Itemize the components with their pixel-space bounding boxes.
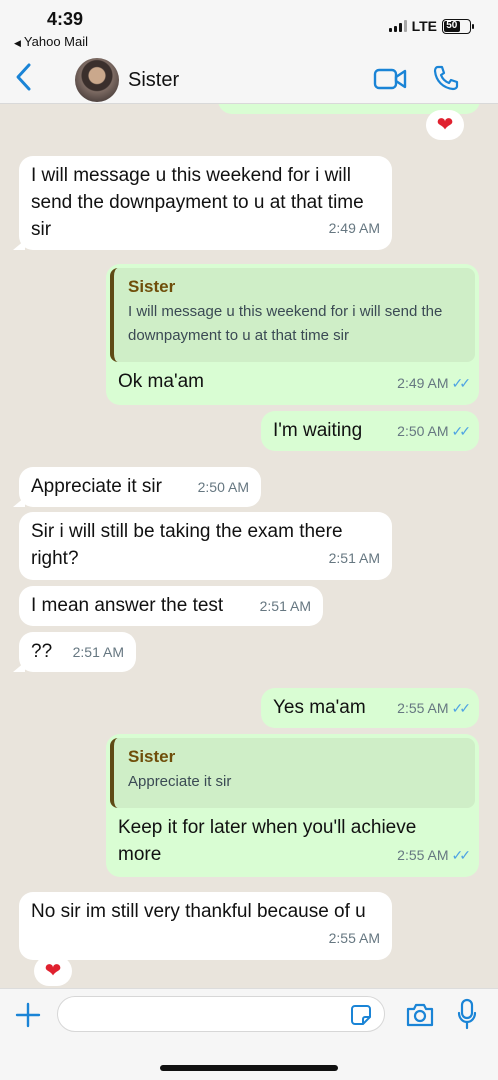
message-bubble-outgoing[interactable]: I'm waiting 2:50 AM ✓✓	[261, 411, 479, 451]
message-time: 2:55 AM	[328, 930, 380, 946]
message-time-status: 2:55 AM ✓✓	[397, 842, 472, 869]
heart-reaction-icon: ❤	[436, 114, 454, 136]
message-list[interactable]: ❤ I will message u this weekend for i wi…	[0, 104, 498, 988]
message-time: 2:49 AM	[328, 220, 380, 236]
message-time: 2:55 AM	[397, 700, 449, 716]
contact-name[interactable]: Sister	[128, 69, 179, 92]
message-time: 2:51 AM	[259, 598, 311, 614]
quoted-sender: Sister	[128, 277, 176, 296]
quoted-text: Appreciate it sir	[128, 773, 232, 790]
status-indicators: LTE 50	[388, 18, 474, 34]
avatar[interactable]	[75, 58, 119, 102]
message-bubble-incoming[interactable]: No sir im still very thankful because of…	[19, 892, 392, 960]
message-time-status: 2:50 AM ✓✓	[397, 418, 472, 445]
message-bubble-incoming[interactable]: I mean answer the test 2:51 AM	[19, 586, 323, 626]
reaction-badge[interactable]: ❤	[426, 110, 464, 140]
message-text: I will message u this weekend for i will…	[31, 165, 364, 240]
quoted-sender: Sister	[128, 747, 176, 766]
message-text: No sir im still very thankful because of…	[31, 901, 366, 922]
network-label: LTE	[411, 18, 437, 34]
back-triangle-icon: ◀	[14, 38, 21, 48]
message-time-status: 2:55 AM ✓✓	[397, 695, 472, 722]
message-text: Appreciate it sir	[31, 476, 162, 497]
message-bubble-incoming[interactable]: I will message u this weekend for i will…	[13, 156, 392, 250]
composer-bar	[0, 988, 498, 1080]
message-time: 2:51 AM	[72, 644, 124, 660]
read-receipt-icon: ✓✓	[451, 847, 472, 863]
plus-icon[interactable]	[14, 1001, 42, 1029]
message-bubble-outgoing[interactable]: Yes ma'am 2:55 AM ✓✓	[261, 688, 479, 728]
sticker-icon[interactable]	[350, 1004, 372, 1026]
back-app-label: Yahoo Mail	[23, 34, 88, 49]
message-bubble-incoming[interactable]: ?? 2:51 AM	[13, 632, 136, 672]
quoted-message[interactable]: Sister Appreciate it sir	[110, 738, 475, 808]
message-text: ??	[31, 641, 53, 662]
quoted-message[interactable]: Sister I will message u this weekend for…	[110, 268, 475, 362]
message-text: I mean answer the test	[31, 595, 224, 616]
battery-level: 50	[444, 20, 460, 32]
message-text: I'm waiting	[273, 420, 363, 441]
message-text: Ok ma'am	[118, 371, 204, 392]
phone-icon[interactable]	[432, 64, 460, 92]
message-bubble-incoming[interactable]: Sir i will still be taking the exam ther…	[19, 512, 392, 580]
message-text: Yes ma'am	[273, 697, 366, 718]
read-receipt-icon: ✓✓	[451, 423, 472, 439]
camera-icon[interactable]	[405, 1002, 435, 1028]
heart-reaction-icon: ❤	[44, 960, 62, 982]
message-time: 2:51 AM	[328, 550, 380, 566]
reaction-badge[interactable]: ❤	[34, 956, 72, 986]
message-input[interactable]	[57, 996, 385, 1032]
message-bubble-outgoing[interactable]: Sister I will message u this weekend for…	[106, 264, 479, 405]
chat-header: 4:39 ◀ Yahoo Mail LTE 50 Sister	[0, 0, 498, 104]
message-time: 2:55 AM	[397, 847, 449, 863]
read-receipt-icon: ✓✓	[451, 700, 472, 716]
chevron-left-icon[interactable]	[12, 62, 36, 92]
battery-icon: 50	[442, 18, 474, 34]
home-indicator	[160, 1065, 338, 1071]
quoted-text: I will message u this weekend for i will…	[128, 303, 443, 344]
status-time: 4:39	[47, 9, 84, 29]
read-receipt-icon: ✓✓	[451, 375, 472, 391]
message-bubble-incoming[interactable]: Appreciate it sir 2:50 AM	[13, 467, 261, 507]
message-time: 2:50 AM	[397, 423, 449, 439]
message-text: Sir i will still be taking the exam ther…	[31, 521, 343, 569]
signal-icon	[388, 20, 407, 32]
video-call-icon[interactable]	[373, 66, 407, 92]
back-to-app-link[interactable]: ◀ Yahoo Mail	[14, 34, 88, 49]
message-bubble-outgoing[interactable]: Sister Appreciate it sir Keep it for lat…	[106, 734, 479, 877]
message-time-status: 2:49 AM ✓✓	[397, 370, 472, 397]
message-time: 2:49 AM	[397, 375, 449, 391]
microphone-icon[interactable]	[457, 998, 477, 1030]
message-time: 2:50 AM	[197, 479, 249, 495]
